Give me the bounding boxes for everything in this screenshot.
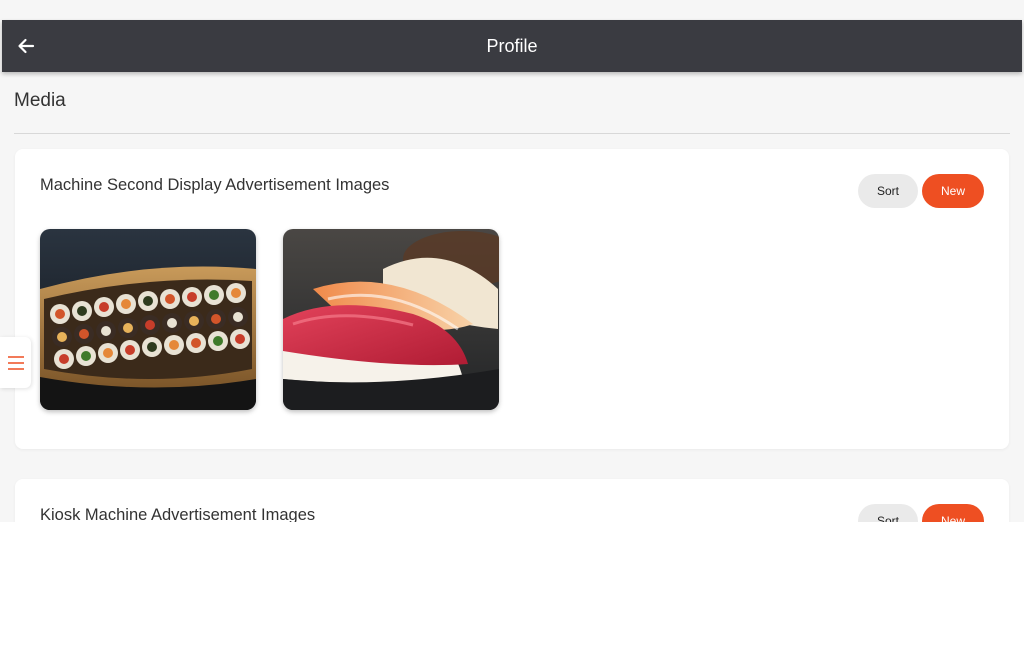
- card-title: Machine Second Display Advertisement Ima…: [40, 176, 390, 194]
- sushi-boat-image[interactable]: [40, 229, 256, 410]
- app-bar: Profile: [2, 20, 1022, 72]
- hamburger-menu-icon: [7, 355, 24, 370]
- drawer-toggle-button[interactable]: [0, 337, 31, 388]
- sort-button[interactable]: Sort: [858, 504, 918, 522]
- media-card-kiosk: Kiosk Machine Advertisement Images Sort …: [15, 479, 1009, 522]
- card-title: Kiosk Machine Advertisement Images: [40, 506, 316, 522]
- sort-button[interactable]: Sort: [858, 174, 918, 208]
- back-button[interactable]: [12, 32, 40, 60]
- nigiri-sushi-image[interactable]: [283, 229, 499, 410]
- app-viewport: Profile Media Machine Second Display Adv…: [0, 0, 1024, 522]
- arrow-left-icon: [18, 38, 35, 54]
- media-card-second-display: Machine Second Display Advertisement Ima…: [15, 149, 1009, 449]
- section-divider: [14, 133, 1010, 134]
- page-title: Profile: [486, 35, 538, 56]
- section-heading: Media: [14, 90, 66, 111]
- new-button[interactable]: New: [922, 174, 984, 208]
- new-button[interactable]: New: [922, 504, 984, 522]
